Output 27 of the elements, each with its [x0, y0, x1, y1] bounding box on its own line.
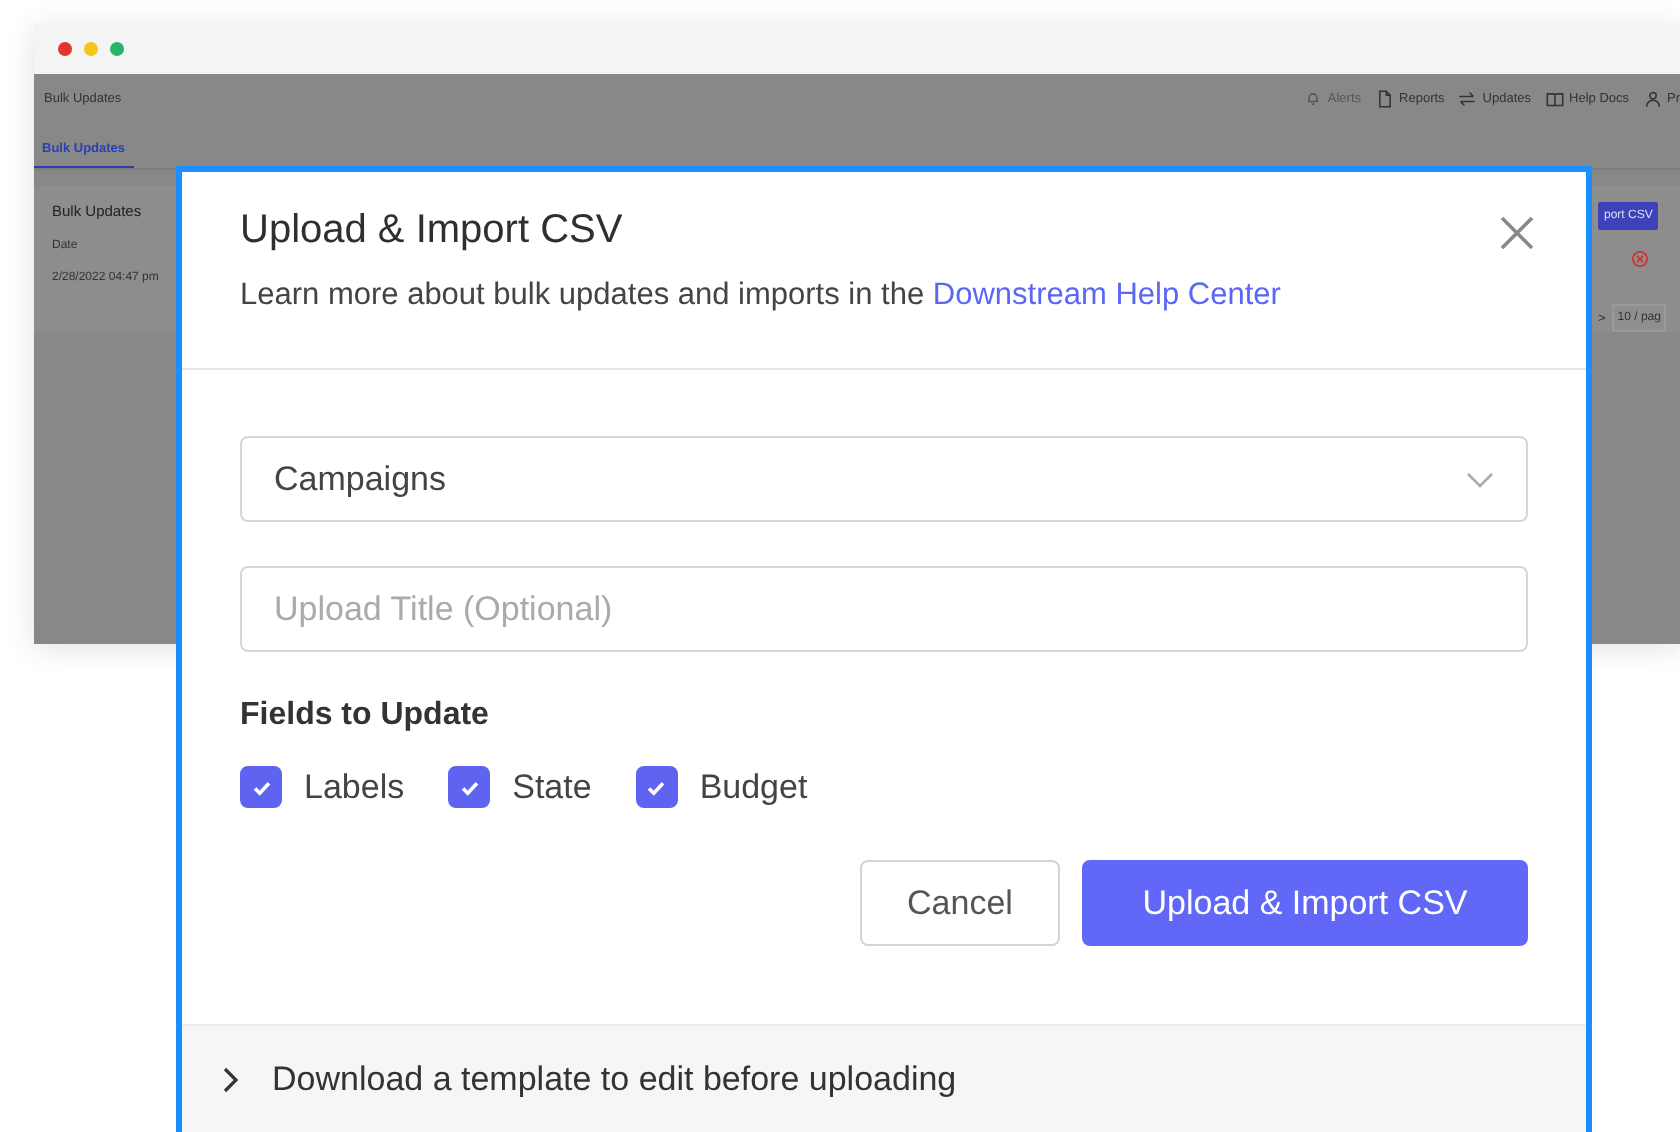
upload-title-field[interactable]: Upload Title (Optional): [240, 566, 1528, 652]
type-select[interactable]: Campaigns: [240, 436, 1528, 522]
document-icon: [1375, 90, 1394, 108]
modal-subtitle: Learn more about bulk updates and imports in the Downstream Help Center: [240, 278, 1283, 314]
checkbox[interactable]: [240, 766, 282, 808]
section-label: Fields to Update: [240, 698, 491, 734]
template-expander[interactable]: Download a template to edit before uploading: [182, 1024, 1586, 1132]
help-center-link[interactable]: Downstream Help Center: [932, 278, 1281, 312]
checkbox-label: State: [512, 767, 592, 807]
minimize-dot-icon[interactable]: [84, 42, 98, 56]
person-icon: [1643, 90, 1661, 108]
checkbox-label: Budget: [699, 767, 808, 807]
close-dot-icon[interactable]: [58, 42, 72, 56]
upload-button[interactable]: Upload & Import CSV: [1082, 860, 1528, 946]
book-icon: [1545, 90, 1564, 108]
checkbox-label: Labels: [304, 767, 405, 807]
close-icon[interactable]: [1500, 216, 1534, 250]
bell-icon: [1303, 90, 1322, 108]
error-icon: [1630, 250, 1650, 268]
chevron-down-icon: [1466, 471, 1494, 487]
cancel-button[interactable]: Cancel: [860, 860, 1060, 946]
chevron-right-icon: [222, 1066, 240, 1094]
zoom-dot-icon[interactable]: [110, 42, 124, 56]
checkbox[interactable]: [635, 766, 678, 808]
checkbox[interactable]: [448, 766, 491, 808]
modal-title: Upload & Import CSV: [240, 208, 623, 254]
arrows-icon: [1458, 90, 1477, 108]
